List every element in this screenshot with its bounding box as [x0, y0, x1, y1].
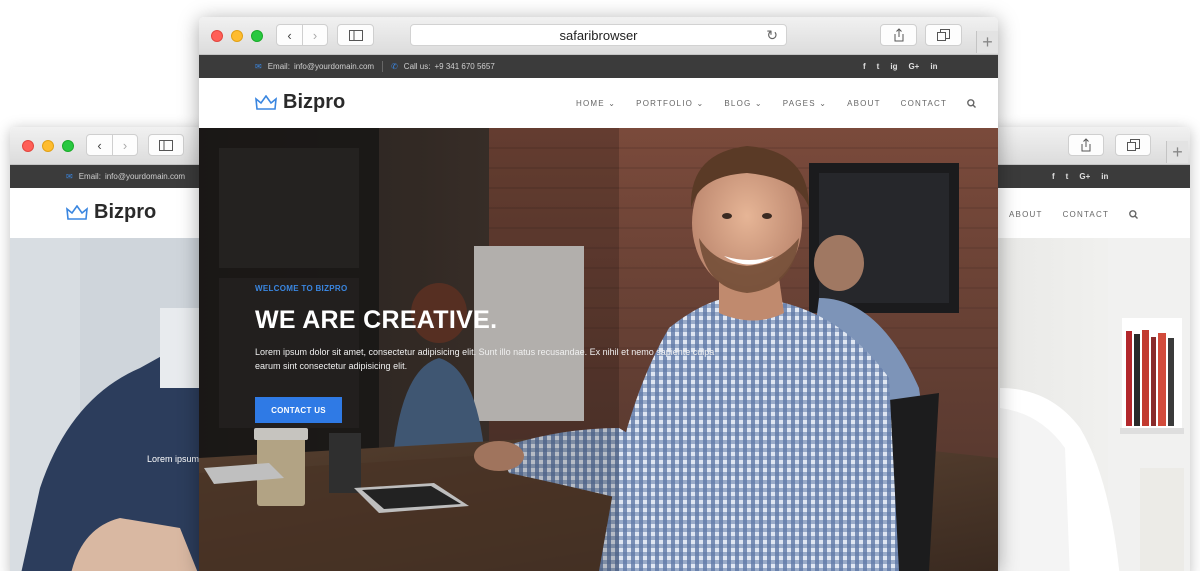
sidebar-icon [159, 139, 173, 151]
search-icon[interactable] [1129, 210, 1139, 219]
sidebar-button[interactable] [148, 134, 184, 156]
new-tab-button[interactable]: + [976, 31, 998, 53]
menu-item-portfolio-label: PORTFOLIO [636, 99, 694, 108]
share-button[interactable] [880, 24, 917, 46]
crown-icon [66, 204, 88, 220]
menu-item-about[interactable]: ABOUT [847, 99, 881, 108]
address-bar[interactable]: safaribrowser ↻ [410, 24, 787, 46]
site-header: Bizpro HOME ⌄ PORTFOLIO ⌄ BLOG ⌄ PAGES ⌄… [199, 78, 998, 128]
back-hero-text: Lorem ipsum [147, 454, 200, 464]
menu-item-blog-label: BLOG [724, 99, 752, 108]
address-text[interactable]: safaribrowser [559, 28, 637, 43]
main-menu: HOME ⌄ PORTFOLIO ⌄ BLOG ⌄ PAGES ⌄ ABOUT … [576, 99, 977, 108]
email-label: Email: [78, 172, 101, 181]
menu-item-portfolio[interactable]: PORTFOLIO ⌄ [636, 99, 704, 108]
hero-section: WELCOME TO BIZPRO WE ARE CREATIVE. Lorem… [199, 128, 998, 571]
menu-item-home[interactable]: HOME ⌄ [576, 99, 616, 108]
forward-arrow-icon[interactable]: › [302, 25, 327, 45]
menu-item-pages-label: PAGES [782, 99, 816, 108]
back-forward-buttons: ‹ › [276, 24, 328, 46]
twitter-icon[interactable]: t [877, 62, 880, 71]
topbar: ✉ Email: info@yourdomain.com ✆ Call us: … [199, 55, 998, 78]
share-icon [894, 28, 903, 42]
logo-text: Bizpro [283, 91, 346, 113]
google-plus-icon[interactable]: G+ [1079, 172, 1090, 181]
linkedin-icon[interactable]: in [1101, 172, 1108, 181]
logo-text: Bizpro [94, 201, 157, 223]
menu-item-pages[interactable]: PAGES ⌄ [783, 99, 827, 108]
screenshot-stage: ‹ › + ✉ Email: info@yourdomain.com f t G… [0, 0, 1200, 571]
front-browser-window: ‹ › safaribrowser ↻ + ✉ Email: info@your… [199, 17, 998, 571]
hero-description: Lorem ipsum dolor sit amet, consectetur … [255, 347, 715, 371]
hero-eyebrow: WELCOME TO BIZPRO [255, 284, 348, 293]
site-logo[interactable]: Bizpro [255, 91, 345, 114]
google-plus-icon[interactable]: G+ [908, 62, 919, 71]
new-tab-button[interactable]: + [1166, 141, 1188, 163]
close-window-button[interactable] [211, 30, 223, 42]
forward-arrow-icon[interactable]: › [112, 135, 137, 155]
tabs-button[interactable] [925, 24, 962, 46]
back-forward-buttons: ‹ › [86, 134, 138, 156]
tabs-icon [937, 28, 950, 41]
chevron-down-icon: ⌄ [608, 99, 617, 108]
close-window-button[interactable] [22, 140, 34, 152]
divider [382, 61, 384, 72]
share-button[interactable] [1068, 134, 1104, 156]
minimize-window-button[interactable] [42, 140, 54, 152]
zoom-window-button[interactable] [62, 140, 74, 152]
back-site-logo[interactable]: Bizpro [66, 201, 156, 224]
chevron-down-icon: ⌄ [754, 99, 763, 108]
menu-item-contact[interactable]: CONTACT [901, 99, 947, 108]
front-window-titlebar: ‹ › safaribrowser ↻ + [199, 17, 998, 55]
menu-item-blog[interactable]: BLOG ⌄ [724, 99, 762, 108]
phone-icon: ✆ [391, 62, 398, 71]
crown-icon [255, 94, 277, 110]
search-icon[interactable] [967, 99, 977, 108]
sidebar-icon [348, 29, 363, 41]
contact-us-button[interactable]: CONTACT US [255, 397, 342, 423]
facebook-icon[interactable]: f [863, 62, 866, 71]
instagram-icon[interactable]: ig [890, 62, 897, 71]
twitter-icon[interactable]: t [1066, 172, 1069, 181]
chevron-down-icon: ⌄ [819, 99, 828, 108]
menu-item-home-label: HOME [576, 99, 605, 108]
reload-icon[interactable]: ↻ [766, 27, 778, 44]
back-arrow-icon[interactable]: ‹ [87, 135, 112, 155]
linkedin-icon[interactable]: in [930, 62, 937, 71]
tabs-icon [1126, 138, 1140, 151]
facebook-icon[interactable]: f [1052, 172, 1055, 181]
menu-item-contact[interactable]: CONTACT [1063, 210, 1109, 219]
back-main-menu: ABOUT CONTACT [1009, 210, 1139, 219]
back-social-links: f t G+ in [1052, 172, 1108, 181]
email-label: Email: [267, 62, 290, 71]
share-icon [1081, 138, 1091, 152]
hero-title: WE ARE CREATIVE. [255, 306, 498, 334]
envelope-icon: ✉ [255, 62, 262, 71]
call-label: Call us: [403, 62, 431, 71]
chevron-down-icon: ⌄ [696, 99, 705, 108]
phone-value[interactable]: +9 341 670 5657 [434, 62, 494, 71]
minimize-window-button[interactable] [231, 30, 243, 42]
email-value[interactable]: info@yourdomain.com [105, 172, 185, 181]
social-links: f t ig G+ in [863, 62, 937, 71]
back-arrow-icon[interactable]: ‹ [277, 25, 302, 45]
sidebar-button[interactable] [337, 24, 374, 46]
zoom-window-button[interactable] [251, 30, 263, 42]
menu-item-about[interactable]: ABOUT [1009, 210, 1043, 219]
envelope-icon: ✉ [66, 172, 73, 181]
tabs-button[interactable] [1115, 134, 1151, 156]
email-value[interactable]: info@yourdomain.com [294, 62, 374, 71]
